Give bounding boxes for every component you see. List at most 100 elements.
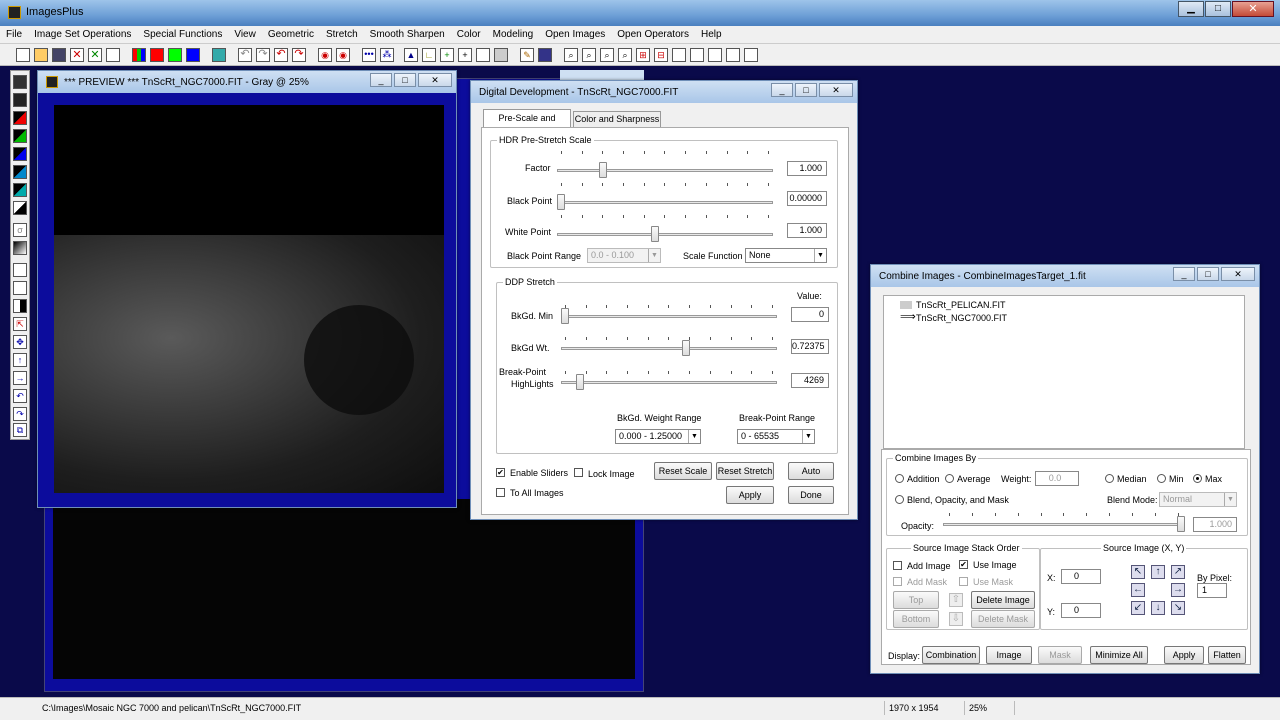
page-icon[interactable]	[476, 48, 490, 62]
black-point-value-field[interactable]: 0.00000	[787, 191, 827, 206]
image-button[interactable]: Image	[986, 646, 1032, 664]
reset-stretch-button[interactable]: Reset Stretch	[716, 462, 774, 480]
tool-up-arrow-icon[interactable]: ↑	[13, 353, 27, 367]
zoom-fit-icon[interactable]: ⌕	[618, 48, 632, 62]
pencil-icon[interactable]: ✎	[520, 48, 534, 62]
target-icon[interactable]: ◉	[318, 48, 332, 62]
record-icon[interactable]: ◉	[336, 48, 350, 62]
menu-color[interactable]: Color	[451, 29, 487, 40]
tree-icon[interactable]: ⁂	[380, 48, 394, 62]
levels-icon[interactable]: ∟	[422, 48, 436, 62]
ci-close-button[interactable]: ✕	[1221, 267, 1255, 281]
preview-minimize-button[interactable]: _	[370, 73, 392, 87]
bkgd-min-slider-thumb[interactable]	[561, 308, 569, 324]
bkgd-min-value-field[interactable]: 0	[791, 307, 829, 322]
black-point-slider-thumb[interactable]	[557, 194, 565, 210]
reset-scale-button[interactable]: Reset Scale	[654, 462, 712, 480]
zoom-in-icon[interactable]: ⌕	[600, 48, 614, 62]
menu-geometric[interactable]: Geometric	[262, 29, 320, 40]
tool-red-icon[interactable]	[13, 111, 27, 125]
tool-select-icon[interactable]: ⇱	[13, 317, 27, 331]
close-red-icon[interactable]: ✕	[70, 48, 84, 62]
addition-radio[interactable]	[895, 474, 904, 483]
arrow-up-right-icon[interactable]: ↗	[1171, 565, 1185, 579]
break-point-track[interactable]	[561, 381, 777, 384]
tool-half-icon[interactable]	[13, 299, 27, 313]
tool-green-icon[interactable]	[13, 129, 27, 143]
opacity-track[interactable]	[943, 523, 1185, 526]
median-radio[interactable]	[1105, 474, 1114, 483]
use-image-checkbox[interactable]: ✔	[959, 560, 968, 569]
delete-mask-button[interactable]: Delete Mask	[971, 610, 1035, 628]
menu-open-operators[interactable]: Open Operators	[611, 29, 695, 40]
undo-red-icon[interactable]: ↶	[274, 48, 288, 62]
dd-maximize-button[interactable]: □	[795, 83, 817, 97]
opacity-field[interactable]: 1.000	[1193, 517, 1237, 532]
crosshair-green-icon[interactable]: +	[440, 48, 454, 62]
add-mask-checkbox[interactable]	[893, 577, 902, 586]
open-folder-icon[interactable]	[34, 48, 48, 62]
weight-field[interactable]: 0.0	[1035, 471, 1079, 486]
arrow-up-left-icon[interactable]: ↖	[1131, 565, 1145, 579]
auto-button[interactable]: Auto	[788, 462, 834, 480]
opacity-slider-thumb[interactable]	[1177, 516, 1185, 532]
tool-sigma-icon[interactable]: σ	[13, 223, 27, 237]
dd-minimize-button[interactable]: _	[771, 83, 793, 97]
preview-close-button[interactable]: ✕	[418, 73, 452, 87]
lock-image-checkbox[interactable]	[574, 468, 583, 477]
tree-item-pelican[interactable]: TnScRt_PELICAN.FIT	[916, 300, 1006, 310]
zoom-out-icon[interactable]: ⌕	[582, 48, 596, 62]
y-field[interactable]: 0	[1061, 603, 1101, 618]
bottom-button[interactable]: Bottom	[893, 610, 939, 628]
menu-stretch[interactable]: Stretch	[320, 29, 364, 40]
undo-icon[interactable]: ↶	[238, 48, 252, 62]
average-radio[interactable]	[945, 474, 954, 483]
move-down-icon[interactable]: ⇩	[949, 612, 963, 626]
green-channel-icon[interactable]	[168, 48, 182, 62]
black-point-range-select[interactable]: 0.0 - 0.100 ▼	[587, 248, 661, 263]
menu-file[interactable]: File	[0, 29, 28, 40]
factor-track[interactable]	[557, 169, 773, 172]
square-icon-4[interactable]	[726, 48, 740, 62]
table-icon[interactable]	[538, 48, 552, 62]
white-point-slider-thumb[interactable]	[650, 226, 659, 242]
crosshair-icon[interactable]: +	[458, 48, 472, 62]
minimize-all-button[interactable]: Minimize All	[1090, 646, 1148, 664]
tool-layers-icon[interactable]	[13, 93, 27, 107]
add-red-icon[interactable]: ⊞	[636, 48, 650, 62]
black-point-track[interactable]	[557, 201, 773, 204]
break-point-slider-thumb[interactable]	[575, 374, 584, 390]
flatten-button[interactable]: Flatten	[1208, 646, 1246, 664]
redo-icon[interactable]: ↷	[256, 48, 270, 62]
factor-slider-thumb[interactable]	[598, 162, 607, 178]
break-point-range-select[interactable]: 0 - 65535 ▼	[737, 429, 815, 444]
dd-done-button[interactable]: Done	[788, 486, 834, 504]
ci-image-tree[interactable]: TnScRt_PELICAN.FIT ⟹ TnScRt_NGC7000.FIT	[883, 295, 1245, 449]
factor-value-field[interactable]: 1.000	[787, 161, 827, 176]
minus-red-icon[interactable]: ⊟	[654, 48, 668, 62]
tool-bars-icon[interactable]	[13, 281, 27, 295]
white-point-track[interactable]	[557, 233, 773, 236]
dots-icon[interactable]: •••	[362, 48, 376, 62]
app-minimize-button[interactable]: ▁	[1178, 1, 1204, 17]
redo-red-icon[interactable]: ↷	[292, 48, 306, 62]
dd-tab-prescale[interactable]: Pre-Scale and Stretch	[483, 109, 571, 139]
break-point-value-field[interactable]: 4269	[791, 373, 829, 388]
bkgd-wt-value-field[interactable]: 0.72375	[791, 339, 829, 354]
tool-frame-icon[interactable]	[13, 263, 27, 277]
tool-move-icon[interactable]: ✥	[13, 335, 27, 349]
bkgd-wt-slider-thumb[interactable]	[681, 340, 690, 356]
by-pixel-field[interactable]: 1	[1197, 583, 1227, 598]
arrow-down-left-icon[interactable]: ↙	[1131, 601, 1145, 615]
tool-rotate-right-icon[interactable]: ↷	[13, 407, 27, 421]
close-green-icon[interactable]: ✕	[88, 48, 102, 62]
red-channel-icon[interactable]	[150, 48, 164, 62]
zoom-icon[interactable]: ⌕	[564, 48, 578, 62]
square-icon-3[interactable]	[708, 48, 722, 62]
histogram-icon[interactable]: ▲	[404, 48, 418, 62]
bkgd-wt-track[interactable]	[561, 347, 777, 350]
arrow-left-icon[interactable]: ←	[1131, 583, 1145, 597]
scale-function-select[interactable]: None ▼	[745, 248, 827, 263]
tool-blue-icon[interactable]	[13, 147, 27, 161]
use-mask-checkbox[interactable]	[959, 577, 968, 586]
